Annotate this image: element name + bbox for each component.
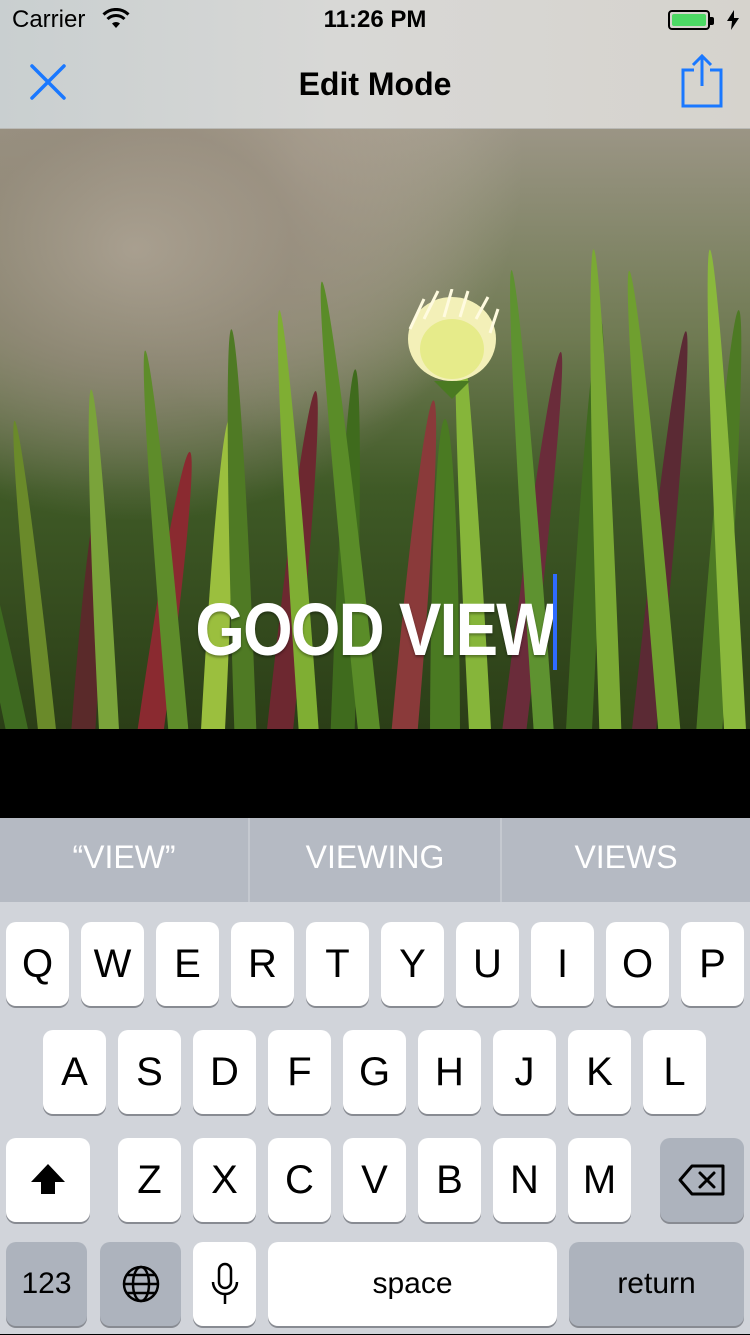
numbers-key[interactable]: 123 xyxy=(6,1242,87,1326)
share-icon[interactable] xyxy=(680,54,724,108)
photo-letterbox xyxy=(0,729,750,818)
key-a[interactable]: A xyxy=(43,1030,106,1114)
predictive-bar: “VIEW” VIEWING VIEWS xyxy=(0,818,750,902)
key-g[interactable]: G xyxy=(343,1030,406,1114)
key-j[interactable]: J xyxy=(493,1030,556,1114)
backspace-icon xyxy=(678,1164,725,1196)
key-t[interactable]: T xyxy=(306,922,369,1006)
key-n[interactable]: N xyxy=(493,1138,556,1222)
prediction-3[interactable]: VIEWS xyxy=(502,818,750,902)
navigation-bar: Carrier 11:26 PM Edit Mode xyxy=(0,0,750,129)
key-f[interactable]: F xyxy=(268,1030,331,1114)
key-e[interactable]: E xyxy=(156,922,219,1006)
key-w[interactable]: W xyxy=(81,922,144,1006)
status-bar: Carrier 11:26 PM xyxy=(0,0,750,40)
key-l[interactable]: L xyxy=(643,1030,706,1114)
microphone-icon xyxy=(211,1262,238,1304)
delete-key[interactable] xyxy=(660,1138,744,1222)
key-p[interactable]: P xyxy=(681,922,744,1006)
globe-key[interactable] xyxy=(100,1242,181,1326)
dictation-key[interactable] xyxy=(193,1242,256,1326)
prediction-2[interactable]: VIEWING xyxy=(250,818,500,902)
shift-key[interactable] xyxy=(6,1138,90,1222)
key-b[interactable]: B xyxy=(418,1138,481,1222)
key-i[interactable]: I xyxy=(531,922,594,1006)
key-v[interactable]: V xyxy=(343,1138,406,1222)
photo-canvas[interactable]: GOOD VIEW xyxy=(0,129,750,729)
flower-image xyxy=(408,289,500,399)
key-r[interactable]: R xyxy=(231,922,294,1006)
key-z[interactable]: Z xyxy=(118,1138,181,1222)
prediction-1[interactable]: “VIEW” xyxy=(0,818,248,902)
space-key[interactable]: space xyxy=(268,1242,557,1326)
key-m[interactable]: M xyxy=(568,1138,631,1222)
clock: 11:26 PM xyxy=(323,6,427,33)
key-o[interactable]: O xyxy=(606,922,669,1006)
key-d[interactable]: D xyxy=(193,1030,256,1114)
keyboard: “VIEW” VIEWING VIEWS Q W E R T Y U I O P… xyxy=(0,818,750,1334)
page-title: Edit Mode xyxy=(298,66,452,102)
key-q[interactable]: Q xyxy=(6,922,69,1006)
key-u[interactable]: U xyxy=(456,922,519,1006)
globe-icon xyxy=(122,1265,159,1303)
battery-icon xyxy=(668,10,714,30)
shift-icon xyxy=(31,1164,65,1194)
key-k[interactable]: K xyxy=(568,1030,631,1114)
key-x[interactable]: X xyxy=(193,1138,256,1222)
overlay-text[interactable]: GOOD VIEW xyxy=(53,587,698,672)
key-h[interactable]: H xyxy=(418,1030,481,1114)
key-c[interactable]: C xyxy=(268,1138,331,1222)
charging-icon xyxy=(727,10,739,30)
return-key[interactable]: return xyxy=(569,1242,744,1326)
text-cursor xyxy=(553,574,557,670)
key-s[interactable]: S xyxy=(118,1030,181,1114)
key-y[interactable]: Y xyxy=(381,922,444,1006)
